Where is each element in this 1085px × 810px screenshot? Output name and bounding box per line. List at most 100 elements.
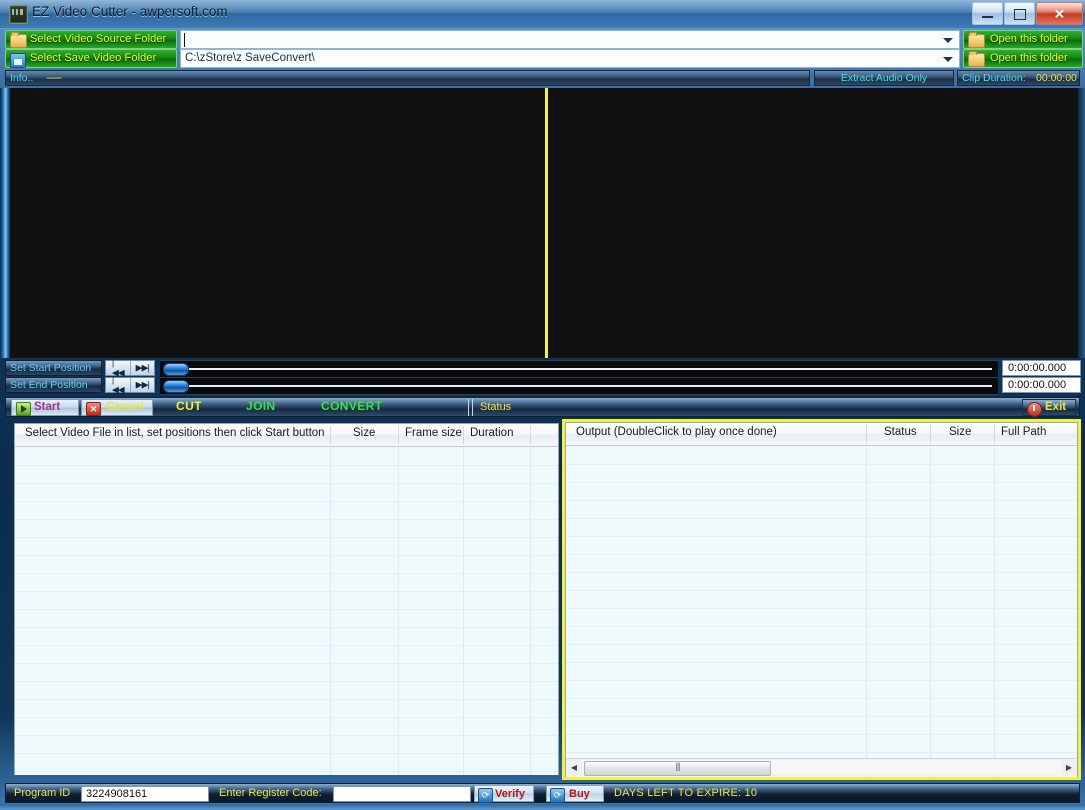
chevron-down-icon[interactable] [943,38,953,43]
grid-row-line [15,537,558,538]
start-step-forward-button[interactable]: ▶▶| [131,361,155,375]
scroll-right-icon[interactable]: ▶ [1061,760,1077,775]
input-list-body[interactable] [15,447,558,775]
input-col-framesize[interactable]: Frame size [405,427,462,439]
chevron-down-icon[interactable] [943,57,953,62]
output-col-size[interactable]: Size [949,426,971,438]
end-time-value: 0:00:00.000 [1008,379,1066,391]
grid-column-line [994,446,995,777]
column-divider[interactable] [930,425,931,443]
input-col-duration[interactable]: Duration [470,427,513,439]
app-icon [9,5,28,24]
program-id-field[interactable]: 3224908161 [81,786,209,802]
skip-forward-icon: ▶▶| [136,363,149,374]
scrollbar-trough[interactable] [582,760,1061,775]
folder-icon [968,34,985,48]
grid-row-line [15,483,558,484]
divider [472,399,473,416]
end-nav-group: |◀◀ ▶▶| [105,377,155,393]
start-position-slider[interactable] [160,360,998,378]
exit-button[interactable]: Exit [1022,399,1076,416]
mode-cut-button[interactable]: CUT [176,399,236,416]
grid-row-line [566,716,1077,717]
window-controls: ✕ [972,2,1083,24]
input-file-list[interactable]: Select Video File in list, set positions… [14,423,559,775]
output-list-body[interactable] [566,446,1077,777]
column-divider[interactable] [994,425,995,443]
grid-row-line [566,572,1077,573]
start-button[interactable]: Start [11,399,79,416]
register-code-input[interactable] [333,786,471,802]
playhead-line [545,88,548,358]
slider-thumb[interactable] [163,380,189,393]
input-col-size[interactable]: Size [353,427,375,439]
buy-button[interactable]: ⟳ Buy [546,785,604,802]
scroll-left-icon[interactable]: ◀ [566,760,582,775]
video-preview-area[interactable] [10,88,1078,358]
source-path-input[interactable] [180,30,960,49]
save-path-input[interactable]: C:\zStore\z SaveConvert\ [180,49,960,68]
mode-convert-button[interactable]: CONVERT [321,399,411,416]
grid-column-line [530,447,531,775]
left-rail [0,88,10,358]
program-id-label: Program ID [14,787,70,799]
select-save-video-folder-button[interactable]: Select Save Video Folder [5,49,177,68]
maximize-button[interactable] [1004,2,1035,25]
column-divider[interactable] [398,426,399,444]
open-source-folder-button[interactable]: Open this folder [963,30,1083,49]
play-icon [16,402,31,416]
mode-join-button[interactable]: JOIN [246,399,306,416]
output-col-name[interactable]: Output (DoubleClick to play once done) [576,426,777,438]
grid-column-line [398,447,399,775]
output-file-list[interactable]: Output (DoubleClick to play once done) S… [565,422,1078,777]
grid-row-line [566,482,1077,483]
column-divider[interactable] [530,426,531,444]
clip-duration-display: Clip Duration: 00:00:00 [957,70,1080,86]
grid-row-line [15,735,558,736]
clip-duration-value: 00:00:00 [1036,72,1077,84]
end-step-back-button[interactable]: |◀◀ [106,378,131,392]
column-divider[interactable] [463,426,464,444]
open-save-folder-button[interactable]: Open this folder [963,49,1083,68]
scrollbar-thumb[interactable] [584,761,771,776]
input-col-name[interactable]: Select Video File in list, set positions… [25,427,325,439]
column-divider[interactable] [330,426,331,444]
grid-row-line [15,591,558,592]
grid-row-line [566,626,1077,627]
window-bottom-frame [0,804,1085,810]
select-video-source-folder-button[interactable]: Select Video Source Folder [5,30,177,49]
grid-row-line [566,554,1077,555]
refresh-icon: ⟳ [478,788,493,803]
minimize-button[interactable] [972,2,1003,25]
verify-button[interactable]: ⟳ Verify [474,785,534,802]
set-start-position-button[interactable]: Set Start Position [5,360,102,376]
grid-row-line [15,465,558,466]
save-path-value: C:\zStore\z SaveConvert\ [185,52,315,64]
end-position-slider[interactable] [160,377,998,395]
refresh-icon: ⟳ [550,788,565,803]
output-col-fullpath[interactable]: Full Path [1001,426,1046,438]
maximize-icon [1014,9,1026,20]
close-button[interactable]: ✕ [1036,2,1083,25]
extract-audio-only-button[interactable]: Extract Audio Only [814,70,954,86]
end-step-forward-button[interactable]: ▶▶| [131,378,155,392]
info-dots: ------ [46,72,61,84]
text-caret [184,33,185,47]
grid-row-line [566,698,1077,699]
slider-track [166,368,992,370]
output-horizontal-scrollbar[interactable]: ◀ ▶ [566,758,1077,776]
start-time-field[interactable]: 0:00:00.000 [1002,360,1081,376]
output-col-status[interactable]: Status [884,426,917,438]
set-end-position-button[interactable]: Set End Position [5,377,102,393]
cancel-button[interactable]: ✕ Cancel [81,399,153,416]
output-panel-frame: Output (DoubleClick to play once done) S… [562,419,1081,780]
column-divider[interactable] [866,425,867,443]
start-step-back-button[interactable]: |◀◀ [106,361,131,375]
slider-thumb[interactable] [163,363,189,376]
cancel-button-label: Cancel [106,401,144,413]
grid-row-line [566,536,1077,537]
minimize-icon [982,16,993,18]
end-time-field[interactable]: 0:00:00.000 [1002,377,1081,393]
save-icon [10,53,26,68]
set-start-position-label: Set Start Position [10,362,91,374]
